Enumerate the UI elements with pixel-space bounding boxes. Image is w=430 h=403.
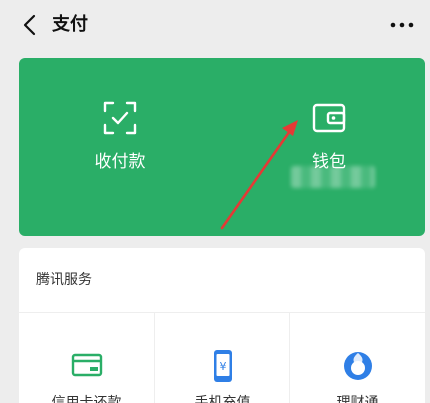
receive-pay-button[interactable]: 收付款 <box>60 92 180 212</box>
receive-pay-label: 收付款 <box>94 152 146 172</box>
service-wealth[interactable]: 理财通 <box>289 313 425 403</box>
chevron-left-icon <box>23 14 36 36</box>
wallet-icon <box>312 103 346 133</box>
blurred-balance <box>291 166 375 188</box>
services-title: 腾讯服务 <box>36 272 92 288</box>
more-button[interactable] <box>388 14 416 36</box>
service-credit-card-repay[interactable]: 信用卡还款 <box>19 313 154 403</box>
scan-qr-icon <box>103 101 137 135</box>
service-label: 信用卡还款 <box>51 395 122 403</box>
credit-card-repay-icon <box>71 353 102 377</box>
back-button[interactable] <box>18 12 44 38</box>
top-bar: 支付 <box>0 0 430 52</box>
page-title: 支付 <box>52 14 88 35</box>
wealth-icon <box>343 352 372 380</box>
service-label: 理财通 <box>336 395 379 403</box>
wallet-button[interactable]: 钱包 <box>269 92 389 212</box>
payment-screen: 支付 收付款 钱包 腾讯服务 信用卡还款 ¥ 手机充值 理财通 <box>0 0 430 403</box>
svg-text:¥: ¥ <box>219 360 226 373</box>
payment-card: 收付款 钱包 <box>19 58 425 236</box>
service-phone-recharge[interactable]: ¥ 手机充值 <box>154 313 290 403</box>
service-label: 手机充值 <box>194 395 251 403</box>
phone-recharge-icon: ¥ <box>213 350 232 382</box>
tencent-services-panel: 腾讯服务 信用卡还款 ¥ 手机充值 理财通 <box>19 248 425 403</box>
more-horizontal-icon <box>390 22 414 28</box>
